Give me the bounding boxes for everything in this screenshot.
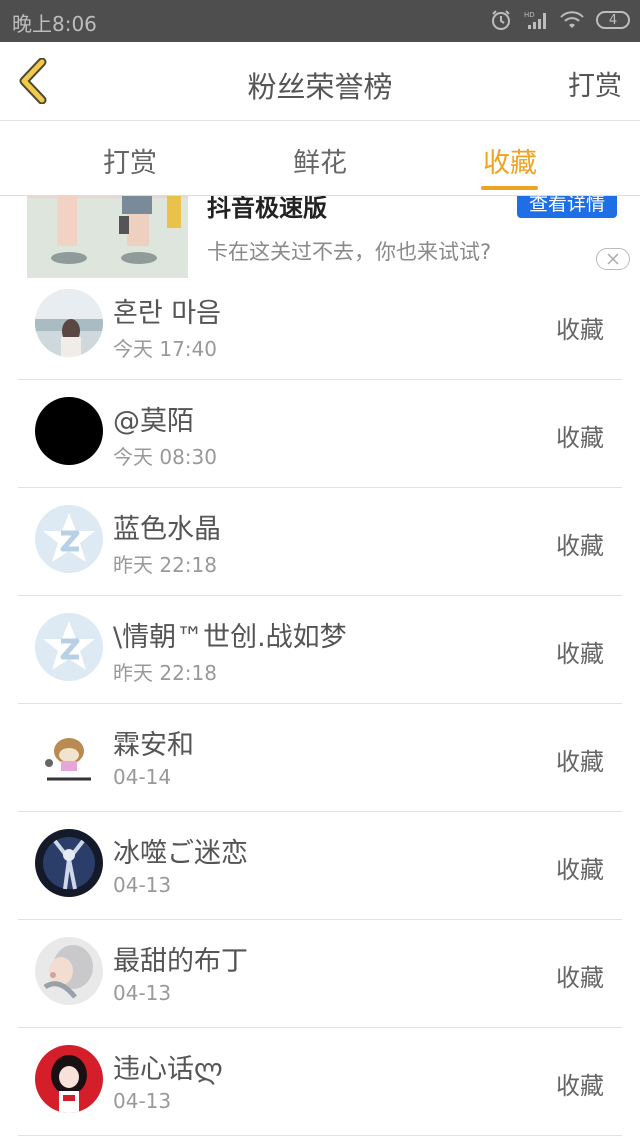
timestamp: 04-13: [113, 1089, 172, 1113]
list-item[interactable]: 霖安和 04-14 收藏: [0, 704, 640, 812]
ad-title: 抖音极速版: [207, 196, 327, 222]
timestamp: 昨天 22:18: [113, 661, 217, 685]
avatar: [35, 289, 103, 357]
signal-icon: HD: [524, 11, 546, 29]
user-name: 违心话ლ: [113, 1054, 223, 1085]
avatar: [35, 397, 103, 465]
user-name: 혼란 마음: [113, 298, 221, 329]
tab-bar: 打赏 鲜花 收藏: [0, 121, 640, 196]
favorite-label: 收藏: [556, 532, 604, 560]
favorite-label: 收藏: [556, 640, 604, 668]
favorite-label: 收藏: [556, 748, 604, 776]
favorite-label: 收藏: [556, 424, 604, 452]
battery-icon: 4: [596, 11, 630, 29]
user-name: 冰噬ご迷恋: [113, 838, 248, 869]
default-avatar-icon: [35, 505, 103, 573]
timestamp: 04-14: [113, 765, 172, 789]
avatar: [35, 829, 103, 897]
tab-active-indicator: [481, 186, 538, 190]
divider: [18, 1135, 622, 1136]
ad-description: 卡在这关过不去，你也来试试?: [207, 240, 492, 264]
page-title: 粉丝荣誉榜: [247, 70, 393, 104]
favorite-label: 收藏: [556, 316, 604, 344]
list-item[interactable]: 最甜的布丁 04-13 收藏: [0, 920, 640, 1028]
ad-close-button[interactable]: [596, 248, 630, 270]
user-name: 蓝色水晶: [113, 514, 221, 545]
avatar: [35, 721, 103, 789]
ad-details-button[interactable]: 查看详情: [517, 196, 617, 218]
tab-favorites[interactable]: 收藏: [483, 141, 537, 180]
user-name: @莫陌: [113, 406, 194, 437]
timestamp: 04-13: [113, 981, 172, 1005]
list-item[interactable]: @莫陌 今天 08:30 收藏: [0, 380, 640, 488]
user-name: 最甜的布丁: [113, 946, 248, 977]
favorite-label: 收藏: [556, 964, 604, 992]
default-avatar-icon: [35, 613, 103, 681]
list-item[interactable]: 蓝色水晶 昨天 22:18 收藏: [0, 488, 640, 596]
timestamp: 今天 17:40: [113, 337, 217, 361]
svg-text:HD: HD: [524, 11, 535, 19]
wifi-icon: [560, 11, 584, 28]
favorite-label: 收藏: [556, 1072, 604, 1100]
user-name: \情朝™世创.战如梦: [113, 622, 347, 653]
list-item[interactable]: 违心话ლ 04-13 收藏: [0, 1028, 640, 1136]
close-icon: [607, 253, 619, 265]
status-icons: HD 4: [490, 9, 630, 31]
reward-button[interactable]: 打赏: [568, 64, 622, 103]
tab-flowers[interactable]: 鲜花: [293, 141, 347, 180]
list-item[interactable]: 혼란 마음 今天 17:40 收藏: [0, 272, 640, 380]
favorites-list: 혼란 마음 今天 17:40 收藏 @莫陌 今天 08:30 收藏 蓝色水晶 昨…: [0, 272, 640, 1136]
avatar: [35, 1045, 103, 1113]
header: 粉丝荣誉榜 打赏: [0, 42, 640, 121]
ad-image[interactable]: [27, 196, 188, 278]
alarm-icon: [492, 10, 510, 30]
status-time: 晚上8:06: [12, 12, 97, 36]
timestamp: 昨天 22:18: [113, 553, 217, 577]
ad-banner[interactable]: 抖音极速版 查看详情 卡在这关过不去，你也来试试?: [0, 196, 640, 282]
tab-reward[interactable]: 打赏: [103, 141, 157, 180]
list-item[interactable]: \情朝™世创.战如梦 昨天 22:18 收藏: [0, 596, 640, 704]
status-bar: 晚上8:06 HD 4: [0, 0, 640, 42]
list-item[interactable]: 冰噬ご迷恋 04-13 收藏: [0, 812, 640, 920]
avatar: [35, 937, 103, 1005]
timestamp: 今天 08:30: [113, 445, 217, 469]
user-name: 霖安和: [113, 730, 194, 761]
timestamp: 04-13: [113, 873, 172, 897]
battery-level: 4: [608, 12, 618, 28]
favorite-label: 收藏: [556, 856, 604, 884]
